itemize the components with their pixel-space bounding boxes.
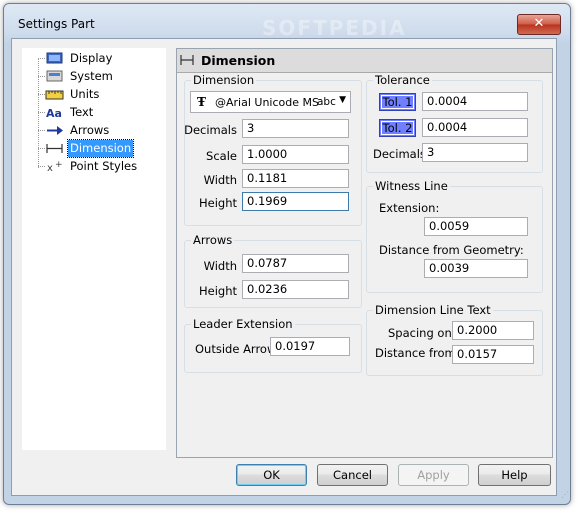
- distance-from-geometry-label: Distance from Geometry:: [379, 243, 524, 257]
- tree-item-label: Point Styles: [70, 159, 138, 173]
- tree-item-arrows[interactable]: Arrows: [22, 122, 162, 139]
- group-title: Leader Extension: [191, 317, 295, 331]
- tree-item-system[interactable]: System: [22, 68, 162, 85]
- outside-arrow-field[interactable]: 0.0197: [270, 337, 350, 356]
- spacing-on-label: Spacing on: [388, 326, 452, 340]
- ok-button[interactable]: OK: [236, 464, 307, 486]
- tree-item-label: Dimension: [66, 139, 135, 158]
- tolerance-decimals-field[interactable]: 3: [422, 143, 528, 162]
- width-label: Width: [203, 173, 237, 187]
- arrows-group: Arrows Width 0.0787 Height 0.0236: [184, 233, 362, 308]
- distance-from-label: Distance from: [375, 346, 456, 360]
- resize-grip-icon[interactable]: ⋰: [561, 490, 571, 500]
- tree-item-label: Display: [70, 51, 113, 65]
- scale-field[interactable]: 1.0000: [242, 145, 349, 164]
- spacing-on-field[interactable]: 0.2000: [452, 321, 534, 340]
- arrow-height-field[interactable]: 0.0236: [242, 280, 349, 299]
- tree-connector: [38, 76, 45, 77]
- point-style-icon: x +: [47, 160, 63, 173]
- arrow-width-field[interactable]: 0.0787: [242, 254, 349, 273]
- tree-item-display[interactable]: Display: [22, 50, 162, 67]
- font-name: @Arial Unicode MS: [215, 96, 319, 109]
- height-label: Height: [198, 196, 237, 210]
- group-title: Witness Line: [373, 179, 450, 193]
- tree-item-text[interactable]: Aa Text: [22, 104, 162, 121]
- tree-connector: [38, 94, 45, 95]
- tree-item-label: Text: [70, 105, 94, 119]
- tolerance-decimals-label: Decimals: [373, 147, 426, 161]
- svg-text:Aa: Aa: [46, 107, 62, 119]
- arrow-height-label: Height: [198, 284, 237, 298]
- witness-line-group: Witness Line Extension: 0.0059 Distance …: [366, 179, 543, 293]
- dimension-line-text-group: Dimension Line Text Spacing on 0.2000 Di…: [366, 303, 543, 376]
- tol1-field[interactable]: 0.0004: [422, 92, 528, 111]
- help-button[interactable]: Help: [478, 464, 551, 486]
- panel-title: Dimension: [201, 53, 276, 68]
- tol2-button[interactable]: Tol. 2: [379, 119, 416, 137]
- leader-extension-group: Leader Extension Outside Arrow 0.0197: [184, 317, 362, 373]
- decimals-label: Decimals: [184, 123, 237, 137]
- window-title: Settings Part: [18, 17, 95, 31]
- group-title: Arrows: [191, 233, 235, 247]
- dimension-group: Dimension Ŧ @Arial Unicode MS abc ▼ Deci…: [184, 73, 362, 226]
- chevron-down-icon: ▼: [339, 95, 346, 105]
- font-sample: abc: [317, 96, 336, 108]
- units-ruler-icon: [45, 90, 64, 100]
- distance-from-field[interactable]: 0.0157: [452, 345, 534, 364]
- arrow-width-label: Width: [203, 259, 237, 273]
- width-field[interactable]: 0.1181: [242, 169, 349, 188]
- tol2-field[interactable]: 0.0004: [422, 118, 528, 137]
- svg-text:x: x: [47, 163, 53, 173]
- cancel-button[interactable]: Cancel: [317, 464, 388, 486]
- dimension-settings-panel: Dimension Dimension Ŧ @Arial Unicode MS …: [176, 48, 553, 458]
- close-button[interactable]: ✕: [517, 14, 561, 35]
- height-field[interactable]: 0.1969: [242, 192, 349, 211]
- display-icon: [46, 52, 63, 64]
- text-aa-icon: Aa: [46, 107, 62, 119]
- group-title: Dimension: [191, 73, 257, 87]
- tree-connector: [38, 130, 45, 131]
- svg-text:+: +: [55, 160, 63, 170]
- dimension-icon: [180, 55, 194, 65]
- arrow-icon: [47, 126, 63, 135]
- decimals-field[interactable]: 3: [242, 119, 349, 138]
- tree-item-units[interactable]: Units: [22, 86, 162, 103]
- distance-from-geometry-field[interactable]: 0.0039: [424, 259, 528, 278]
- dimension-icon: [46, 144, 63, 153]
- system-icon: [46, 70, 63, 82]
- tree-connector: [38, 58, 45, 59]
- scale-label: Scale: [206, 149, 237, 163]
- tree-connector: [38, 166, 45, 167]
- tree-item-label: Arrows: [70, 123, 110, 137]
- group-title: Dimension Line Text: [373, 303, 493, 317]
- tree-connector: [38, 148, 45, 149]
- tree-item-point-styles[interactable]: x + Point Styles: [22, 158, 162, 175]
- settings-tree[interactable]: Display System Units Aa Text Arrows Dime…: [22, 48, 166, 450]
- panel-header: Dimension: [177, 49, 552, 73]
- tol1-button[interactable]: Tol. 1: [379, 93, 416, 111]
- truetype-font-icon: Ŧ: [197, 95, 206, 109]
- apply-button[interactable]: Apply: [398, 464, 469, 486]
- tree-item-label: Units: [70, 87, 100, 101]
- tree-item-dimension[interactable]: Dimension: [22, 139, 162, 158]
- group-title: Tolerance: [373, 73, 432, 87]
- extension-label: Extension:: [379, 201, 440, 215]
- extension-field[interactable]: 0.0059: [424, 217, 528, 236]
- tree-connector: [38, 112, 45, 113]
- watermark: SOFTPEDIA: [262, 16, 407, 40]
- tree-item-label: System: [70, 69, 113, 83]
- outside-arrow-label: Outside Arrow: [195, 342, 277, 356]
- tolerance-group: Tolerance Tol. 1 0.0004 Tol. 2 0.0004 De…: [366, 73, 543, 173]
- font-select[interactable]: Ŧ @Arial Unicode MS abc ▼: [190, 91, 351, 113]
